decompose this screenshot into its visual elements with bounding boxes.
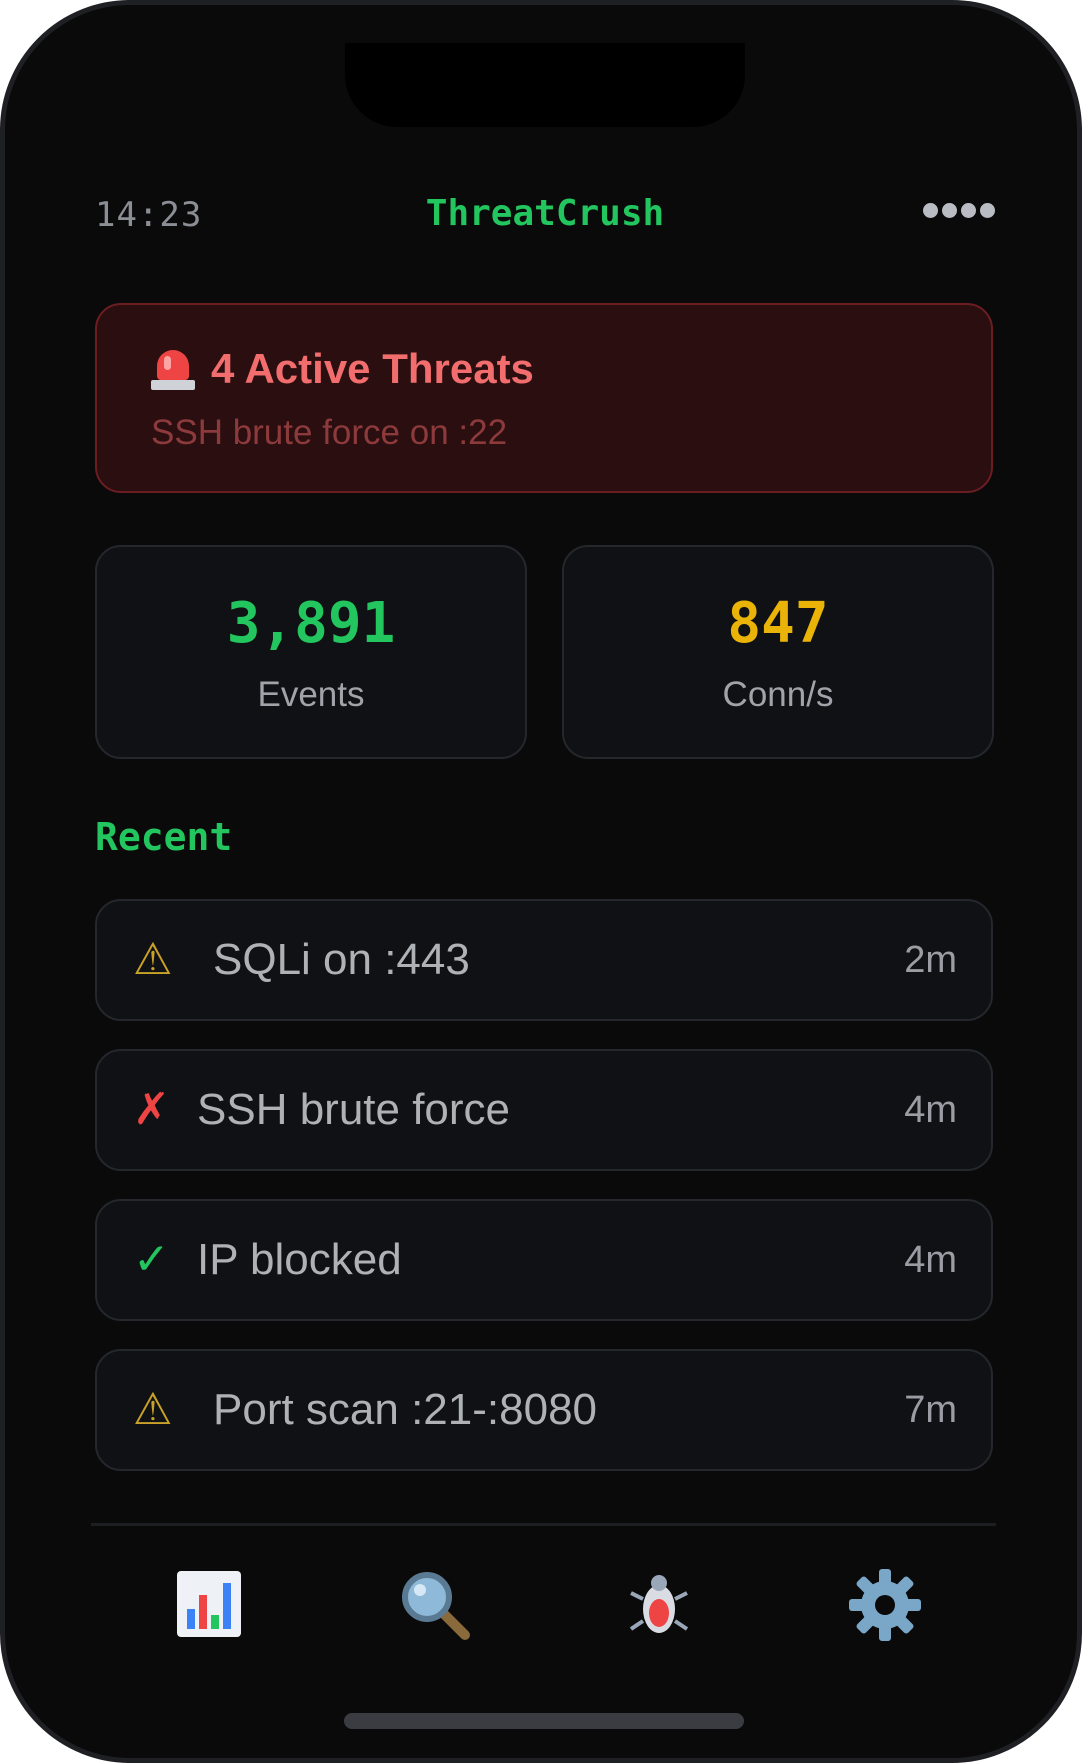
phone-frame: 14:23 ThreatCrush 4 Active Threats SSH b… (0, 0, 1082, 1763)
list-item[interactable]: ✗ SSH brute force 4m (95, 1049, 993, 1171)
active-threats-alert[interactable]: 4 Active Threats SSH brute force on :22 (95, 303, 993, 493)
siren-icon (151, 346, 195, 392)
stat-value: 3,891 (226, 591, 396, 656)
event-time: 2m (904, 939, 957, 981)
stat-card-connections[interactable]: 847 Conn/s (562, 545, 994, 759)
signal-dots-icon (923, 203, 995, 218)
notch (345, 43, 745, 127)
tab-bar (5, 1565, 1077, 1645)
tab-settings[interactable] (845, 1565, 925, 1645)
tab-dashboard[interactable] (169, 1565, 249, 1645)
event-time: 4m (904, 1239, 957, 1281)
tab-search[interactable] (395, 1565, 475, 1645)
list-item[interactable]: ✓ IP blocked 4m (95, 1199, 993, 1321)
status-bar: 14:23 ThreatCrush (95, 193, 995, 245)
bar-chart-icon (177, 1571, 241, 1637)
event-text: IP blocked (197, 1235, 402, 1284)
stat-label: Events (257, 675, 365, 714)
tab-bar-divider (91, 1523, 996, 1526)
app-title: ThreatCrush (425, 193, 665, 234)
home-indicator[interactable] (344, 1713, 744, 1729)
list-item[interactable]: ⚠ SQLi on :443 2m (95, 899, 993, 1021)
event-text: SQLi on :443 (213, 935, 470, 984)
cross-icon: ✗ (133, 1085, 170, 1134)
gear-icon (849, 1569, 921, 1641)
event-time: 4m (904, 1089, 957, 1131)
stat-label: Conn/s (722, 675, 834, 714)
event-text: SSH brute force (197, 1085, 511, 1134)
magnifier-icon (402, 1572, 470, 1640)
stat-value: 847 (727, 591, 829, 656)
check-icon: ✓ (133, 1235, 170, 1284)
alert-title: 4 Active Threats (211, 345, 534, 392)
event-text: Port scan :21-:8080 (213, 1385, 598, 1434)
list-item[interactable]: ⚠ Port scan :21-:8080 7m (95, 1349, 993, 1471)
alert-subtitle: SSH brute force on :22 (151, 413, 508, 452)
bug-icon (629, 1575, 689, 1633)
stat-card-events[interactable]: 3,891 Events (95, 545, 527, 759)
event-time: 7m (904, 1389, 957, 1431)
tab-threats[interactable] (619, 1565, 699, 1645)
warning-icon: ⚠ (133, 935, 173, 984)
warning-icon: ⚠ (133, 1385, 173, 1434)
section-title-recent: Recent (95, 815, 233, 859)
